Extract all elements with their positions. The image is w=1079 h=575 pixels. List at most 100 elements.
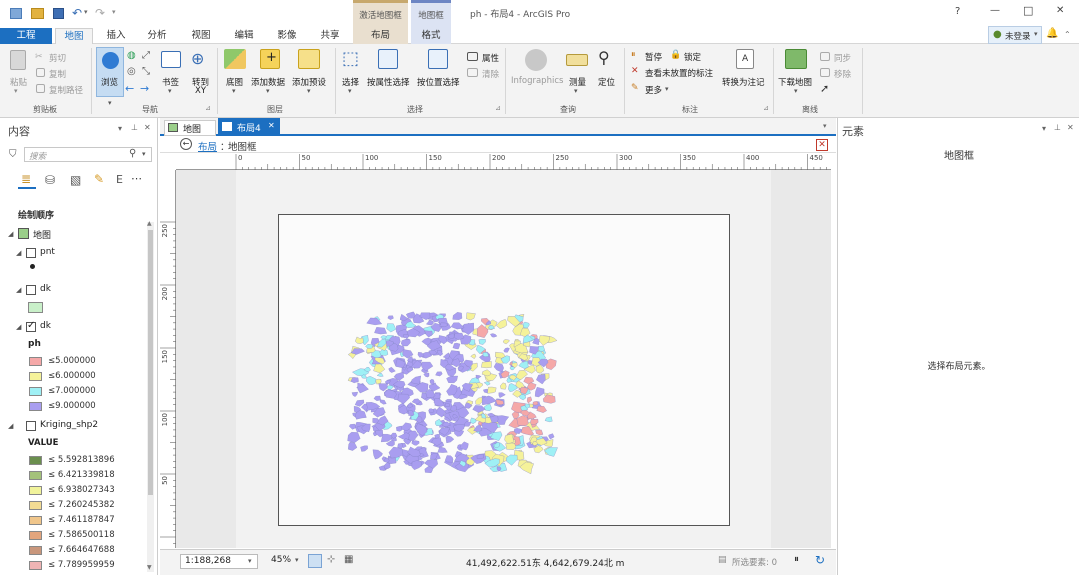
dk-ph-visibility-checkbox[interactable]: ✓ <box>26 320 36 332</box>
navigate-launcher-icon[interactable]: ⊿ <box>205 104 211 112</box>
clear-selection-button[interactable]: 清除 <box>482 68 499 80</box>
element-pin-icon[interactable]: ⊥ <box>1054 123 1061 132</box>
zoom-combobox[interactable]: 45% ▾ <box>267 554 303 569</box>
list-by-source-icon[interactable]: ⛁ <box>45 173 55 187</box>
unplaced-labels-button[interactable]: 查看未放置的标注 <box>645 67 713 79</box>
close-mapframe-activation-button[interactable]: ✕ <box>816 139 828 151</box>
tab-view[interactable]: 视图 <box>185 28 217 44</box>
more-views-icon[interactable]: ⋯ <box>131 172 142 185</box>
notification-icon[interactable]: 🔔 <box>1046 28 1058 39</box>
list-by-snapping-icon[interactable]: E <box>116 173 123 186</box>
grid-icon[interactable]: ▦ <box>344 554 353 565</box>
bookmarks-dropdown-icon[interactable]: ▾ <box>168 87 172 95</box>
filter-icon[interactable]: ⛉ <box>9 149 17 160</box>
locate-button[interactable]: 定位 <box>598 76 615 88</box>
full-extent-icon[interactable]: ◍ <box>127 50 136 61</box>
list-by-selection-icon[interactable]: ▧ <box>70 173 81 187</box>
more-labeling-button[interactable]: 更多 <box>645 84 662 96</box>
map-node-label[interactable]: 地图 <box>33 228 51 241</box>
kriging-expand-icon[interactable]: ◢ <box>8 422 13 430</box>
open-project-icon[interactable] <box>31 8 44 19</box>
selection-launcher-icon[interactable]: ⊿ <box>495 104 501 112</box>
tab-map[interactable]: 地图 <box>55 28 93 44</box>
kriging-visibility-checkbox[interactable] <box>26 421 36 431</box>
scale-combobox[interactable]: 1:188,268 ▾ <box>180 554 258 569</box>
customize-qat-icon[interactable]: ▾ <box>112 8 116 16</box>
add-data-dropdown-icon[interactable]: ▾ <box>266 87 270 95</box>
scroll-up-icon[interactable]: ▲ <box>147 220 152 227</box>
zoom-layer-icon[interactable]: ◎ <box>127 66 136 77</box>
map-frame[interactable] <box>278 214 730 526</box>
contents-options-icon[interactable]: ▾ <box>118 124 122 133</box>
pause-drawing-icon[interactable]: ⏸ <box>794 554 799 565</box>
kriging-layer-label[interactable]: Kriging_shp2 <box>40 420 98 430</box>
next-extent-icon[interactable]: → <box>140 82 149 95</box>
redo-icon[interactable]: ↷ <box>95 6 105 20</box>
dk-layer-label[interactable]: dk <box>40 284 51 294</box>
copy-path-button[interactable]: 复制路径 <box>49 84 83 96</box>
explore-dropdown-icon[interactable]: ▾ <box>108 99 112 107</box>
lock-labels-button[interactable]: 锁定 <box>684 51 701 63</box>
pnt-visibility-checkbox[interactable] <box>26 248 36 258</box>
remove-offline-button[interactable]: 移除 <box>834 68 851 80</box>
more-dropdown-icon[interactable]: ▾ <box>665 85 669 93</box>
back-icon[interactable]: ← <box>180 138 192 150</box>
save-project-icon[interactable] <box>53 8 64 19</box>
layout-tab-close-icon[interactable]: ✕ <box>268 121 275 130</box>
tab-share[interactable]: 共享 <box>314 28 346 44</box>
layout-canvas[interactable] <box>176 170 831 548</box>
account-button[interactable]: ● 未登录 ▾ <box>988 26 1042 44</box>
refresh-icon[interactable]: ↻ <box>815 553 825 567</box>
explore-button[interactable]: 浏览 <box>96 47 124 97</box>
contents-pin-icon[interactable]: ⊥ <box>131 123 138 132</box>
fixed-zoom-out-icon[interactable]: ⤡ <box>142 66 150 77</box>
download-dropdown-icon[interactable]: ▾ <box>794 87 798 95</box>
fixed-zoom-in-icon[interactable]: ⤢ <box>142 50 150 61</box>
contents-scroll-thumb[interactable] <box>148 230 153 495</box>
element-close-icon[interactable]: ✕ <box>1067 123 1074 132</box>
paste-button[interactable]: 粘贴 <box>10 76 27 88</box>
attributes-button[interactable]: 属性 <box>482 52 499 64</box>
tab-map-view[interactable]: 地图 <box>164 120 216 136</box>
close-button[interactable]: ✕ <box>1056 5 1064 16</box>
infographics-button[interactable]: Infographics <box>511 76 563 86</box>
select-dropdown-icon[interactable]: ▾ <box>348 87 352 95</box>
dk-expand-icon[interactable]: ◢ <box>16 286 21 294</box>
contents-close-icon[interactable]: ✕ <box>144 123 151 132</box>
previous-extent-icon[interactable]: ← <box>125 82 134 95</box>
sync-button[interactable]: 同步 <box>834 52 851 64</box>
breadcrumb-layout-link[interactable]: 布局 <box>198 139 217 153</box>
map-expand-icon[interactable]: ◢ <box>8 230 13 238</box>
list-by-drawing-order-icon[interactable]: ≣ <box>18 171 36 189</box>
tab-imagery[interactable]: 影像 <box>271 28 303 44</box>
paste-dropdown-icon[interactable]: ▾ <box>14 87 18 95</box>
contents-search-box[interactable]: 搜索 ⚲ ▾ <box>24 147 152 162</box>
contents-scrollbar[interactable]: ▲ ▼ <box>147 220 154 572</box>
maximize-button[interactable]: □ <box>1023 4 1033 17</box>
basemap-dropdown-icon[interactable]: ▾ <box>232 87 236 95</box>
minimize-button[interactable]: — <box>990 5 1000 16</box>
scroll-down-icon[interactable]: ▼ <box>147 564 152 571</box>
element-options-icon[interactable]: ▾ <box>1042 124 1046 133</box>
list-by-editing-icon[interactable]: ✎ <box>94 172 104 186</box>
help-button[interactable]: ? <box>955 6 960 17</box>
copy-button[interactable]: 复制 <box>49 68 66 80</box>
dk-ph-expand-icon[interactable]: ◢ <box>16 323 21 331</box>
undo-dropdown-icon[interactable]: ▾ <box>84 8 88 16</box>
dk-visibility-checkbox[interactable] <box>26 285 36 295</box>
measure-dropdown-icon[interactable]: ▾ <box>574 87 578 95</box>
pause-labeling-button[interactable]: 暂停 <box>645 51 662 63</box>
pnt-expand-icon[interactable]: ◢ <box>16 249 21 257</box>
tab-layout-view[interactable]: 布局4 ✕ <box>218 118 280 136</box>
tab-edit[interactable]: 编辑 <box>228 28 260 44</box>
cut-button[interactable]: 剪切 <box>49 52 66 64</box>
dk-ph-layer-label[interactable]: dk <box>40 321 51 331</box>
pnt-layer-label[interactable]: pnt <box>40 247 55 257</box>
convert-to-annotation-button[interactable]: 转换为注记 <box>722 76 765 88</box>
tab-layout[interactable]: 布局 <box>353 28 408 44</box>
new-project-icon[interactable] <box>10 8 22 19</box>
undo-icon[interactable]: ↶ <box>72 6 82 20</box>
tab-insert[interactable]: 插入 <box>100 28 132 44</box>
select-by-attributes-button[interactable]: 按属性选择 <box>367 76 410 88</box>
tab-format[interactable]: 格式 <box>411 28 451 44</box>
